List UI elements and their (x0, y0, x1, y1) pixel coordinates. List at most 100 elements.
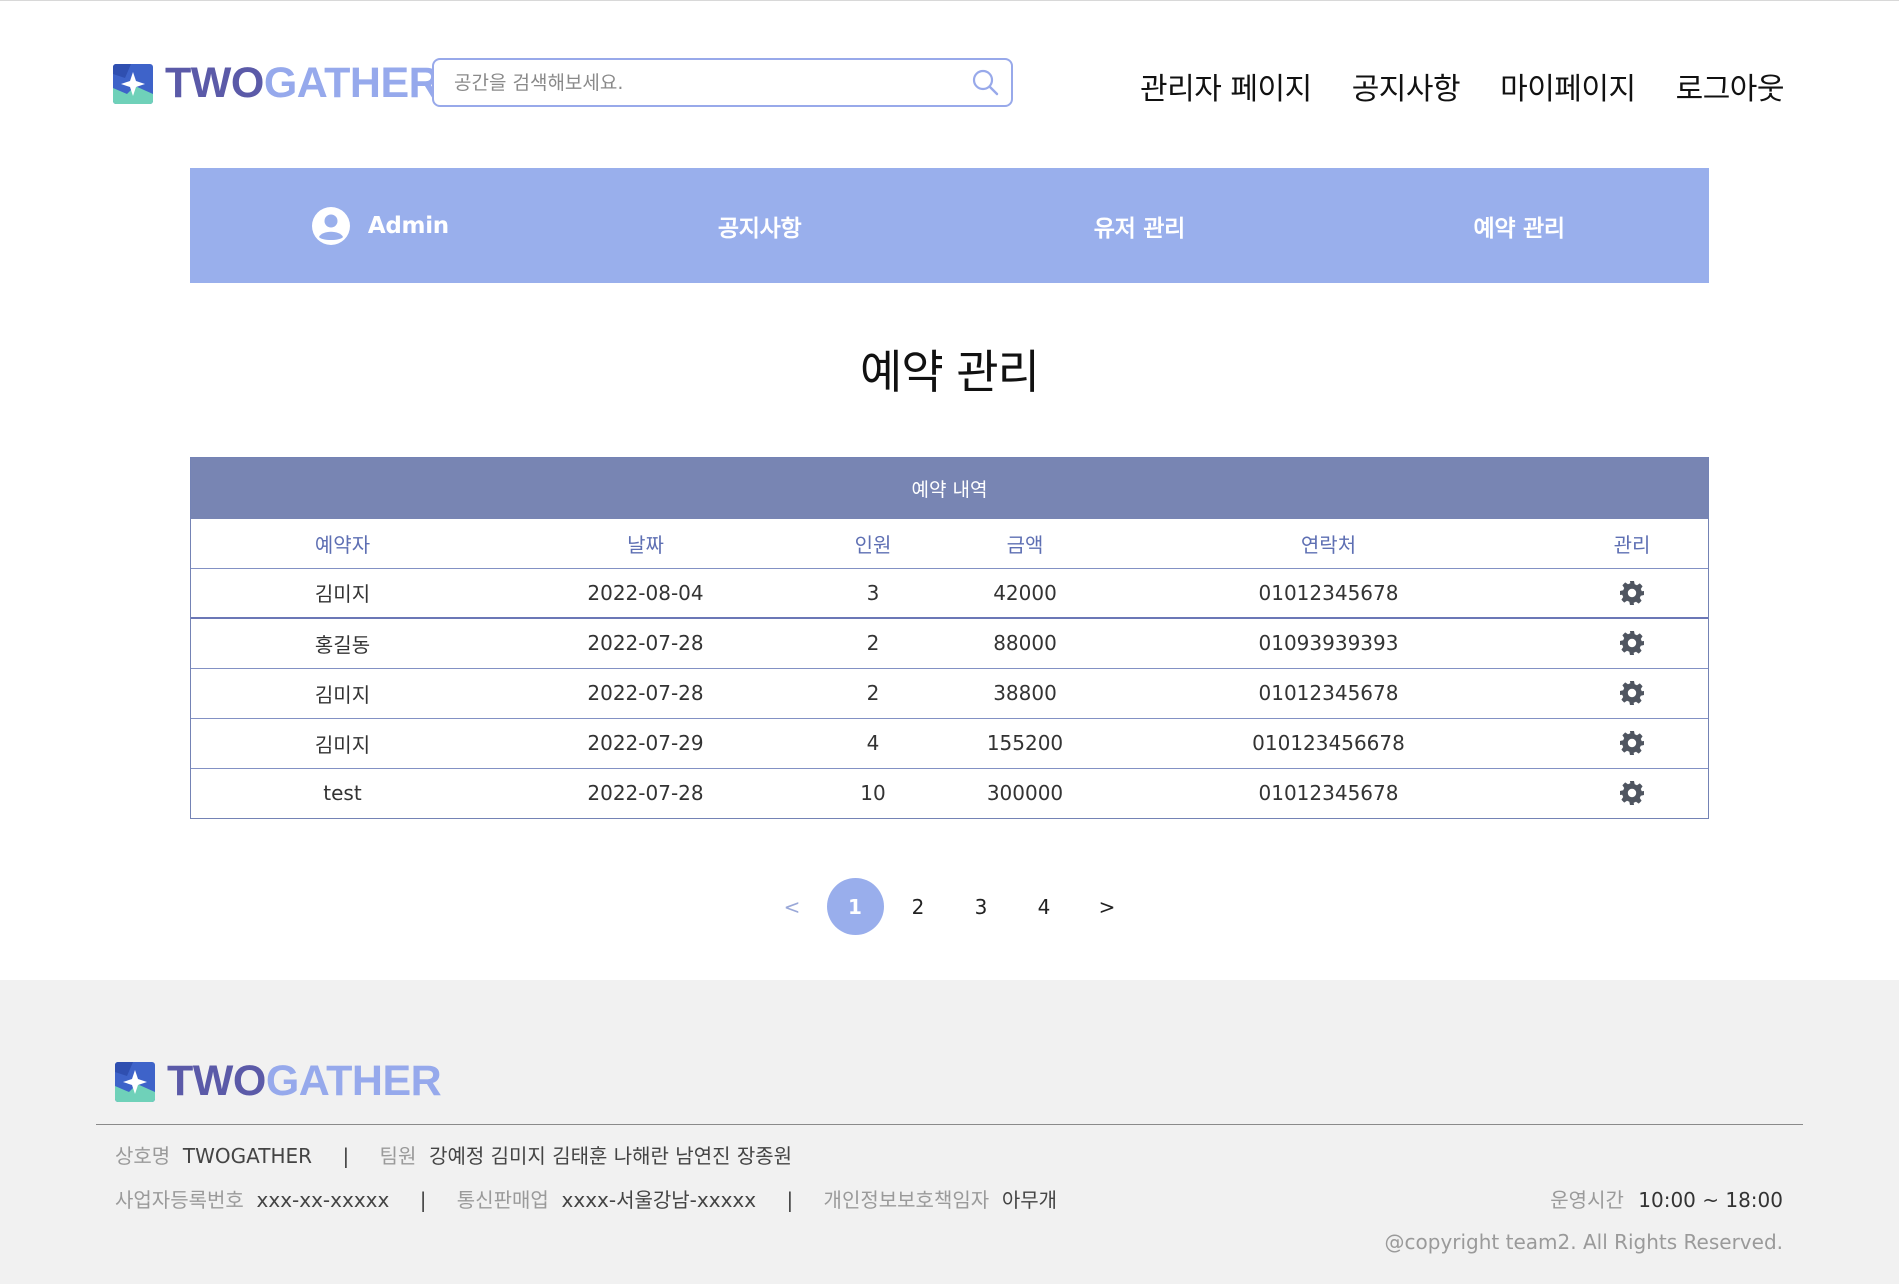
cell-contact: 01012345678 (1101, 667, 1556, 718)
table-row: 김미지 2022-07-28 2 38800 01012345678 (191, 667, 1708, 718)
footer-business-info: 사업자등록번호 xxx-xx-xxxxx | 통신판매업 xxxx-서울강남-x… (115, 1184, 1057, 1213)
cell-reserver: 김미지 (191, 667, 494, 718)
cell-people: 3 (797, 567, 949, 618)
footer-company-info: 상호명 TWOGATHER | 팀원 강예정 김미지 김태훈 나해란 남연진 장… (115, 1140, 792, 1169)
cell-amount: 88000 (949, 617, 1101, 668)
copyright: @copyright team2. All Rights Reserved. (1384, 1230, 1783, 1254)
cell-manage (1556, 617, 1708, 668)
cell-manage (1556, 667, 1708, 718)
cell-date: 2022-08-04 (494, 567, 797, 618)
cell-people: 4 (797, 717, 949, 768)
biz-value: xxx-xx-xxxxx (256, 1188, 390, 1212)
gear-icon[interactable] (1618, 679, 1646, 707)
hours-value: 10:00 ~ 18:00 (1638, 1188, 1783, 1212)
admin-menu-users[interactable]: 유저 관리 (950, 209, 1330, 243)
reservation-table: 예약 내역 예약자 날짜 인원 금액 연락처 관리 김미지 2022-08-04 3… (190, 457, 1709, 819)
privacy-label: 개인정보보호책임자 (823, 1188, 990, 1212)
admin-menu-bar: Admin 공지사항 유저 관리 예약 관리 (190, 168, 1709, 283)
table-row: 홍길동 2022-07-28 2 88000 01093939393 (191, 617, 1708, 668)
cell-contact: 01093939393 (1101, 617, 1556, 668)
cell-people: 2 (797, 617, 949, 668)
footer-brand-part-1: TWO (167, 1057, 266, 1105)
footer-divider (96, 1124, 1803, 1125)
next-page-button[interactable]: > (1079, 878, 1136, 935)
cell-manage (1556, 567, 1708, 618)
cell-manage (1556, 767, 1708, 818)
search-icon[interactable] (971, 68, 999, 96)
admin-menu-notice[interactable]: 공지사항 (570, 209, 950, 243)
pagination: < 1 2 3 4 > (0, 878, 1899, 935)
logo-icon (113, 63, 153, 104)
cell-amount: 155200 (949, 717, 1101, 768)
table-row: test 2022-07-28 10 300000 01012345678 (191, 767, 1708, 818)
brand-name: TWOGATHER (165, 59, 440, 107)
user-avatar-icon (311, 206, 351, 246)
cell-date: 2022-07-28 (494, 617, 797, 668)
team-value: 강예정 김미지 김태훈 나해란 남연진 장종원 (429, 1144, 793, 1168)
cell-amount: 300000 (949, 767, 1101, 818)
page-button-4[interactable]: 4 (1016, 878, 1073, 935)
brand-part-2: GATHER (263, 59, 440, 107)
cell-reserver: 홍길동 (191, 617, 494, 668)
prev-page-button[interactable]: < (764, 878, 821, 935)
logo-icon (115, 1061, 155, 1102)
col-header-people: 인원 (854, 532, 892, 557)
ecom-label: 통신판매업 (456, 1188, 549, 1212)
hours-label: 운영시간 (1550, 1188, 1624, 1212)
header: TWOGATHER 관리자 페이지 공지사항 마이페이지 로그아웃 (0, 0, 1899, 160)
cell-reserver: 김미지 (191, 717, 494, 768)
gear-icon[interactable] (1618, 779, 1646, 807)
cell-contact: 010123456678 (1101, 717, 1556, 768)
col-header-reserver: 예약자 (314, 532, 371, 557)
separator: | (786, 1188, 794, 1212)
cell-contact: 01012345678 (1101, 567, 1556, 618)
cell-people: 2 (797, 667, 949, 718)
cell-amount: 38800 (949, 667, 1101, 718)
company-value: TWOGATHER (182, 1144, 313, 1168)
operating-hours: 운영시간 10:00 ~ 18:00 (1550, 1184, 1783, 1213)
col-header-date: 날짜 (627, 532, 664, 557)
page-button-3[interactable]: 3 (953, 878, 1010, 935)
footer: TWOGATHER 상호명 TWOGATHER | 팀원 강예정 김미지 김태훈… (0, 980, 1899, 1284)
cell-date: 2022-07-28 (494, 667, 797, 718)
page-button-2[interactable]: 2 (890, 878, 947, 935)
gear-icon[interactable] (1618, 729, 1646, 757)
team-label: 팀원 (379, 1144, 417, 1168)
table-row: 김미지 2022-07-29 4 155200 010123456678 (191, 717, 1708, 768)
nav-notice[interactable]: 공지사항 (1352, 64, 1461, 108)
cell-reserver: test (191, 767, 494, 818)
search-input[interactable] (454, 62, 974, 103)
nav-logout[interactable]: 로그아웃 (1676, 64, 1785, 108)
footer-brand-part-2: GATHER (265, 1057, 442, 1105)
admin-profile: Admin (190, 206, 570, 246)
page-title: 예약 관리 (860, 345, 1040, 399)
separator: | (342, 1144, 350, 1168)
cell-date: 2022-07-29 (494, 717, 797, 768)
admin-label: Admin (367, 212, 449, 239)
ecom-value: xxxx-서울강남-xxxxx (561, 1188, 757, 1212)
separator: | (419, 1188, 427, 1212)
table-header-row: 예약자 날짜 인원 금액 연락처 관리 (191, 519, 1708, 568)
privacy-value: 아무개 (1001, 1188, 1058, 1212)
page-button-1[interactable]: 1 (826, 878, 884, 935)
footer-brand-name: TWOGATHER (167, 1057, 442, 1105)
cell-amount: 42000 (949, 567, 1101, 618)
biz-label: 사업자등록번호 (115, 1188, 244, 1212)
search-box (432, 58, 1013, 107)
table-caption: 예약 내역 (191, 458, 1708, 519)
nav-mypage[interactable]: 마이페이지 (1500, 64, 1636, 108)
col-header-manage: 관리 (1613, 532, 1651, 557)
cell-contact: 01012345678 (1101, 767, 1556, 818)
cell-date: 2022-07-28 (494, 767, 797, 818)
gear-icon[interactable] (1618, 629, 1646, 657)
header-logo[interactable]: TWOGATHER (113, 59, 440, 107)
cell-manage (1556, 717, 1708, 768)
cell-people: 10 (797, 767, 949, 818)
company-label: 상호명 (115, 1144, 171, 1168)
gear-icon[interactable] (1618, 579, 1646, 607)
col-header-amount: 금액 (1006, 532, 1044, 557)
top-nav: 관리자 페이지 공지사항 마이페이지 로그아웃 (1140, 64, 1784, 108)
nav-admin-page[interactable]: 관리자 페이지 (1140, 64, 1312, 108)
admin-menu-reservations[interactable]: 예약 관리 (1329, 209, 1709, 243)
footer-logo[interactable]: TWOGATHER (115, 1057, 442, 1105)
